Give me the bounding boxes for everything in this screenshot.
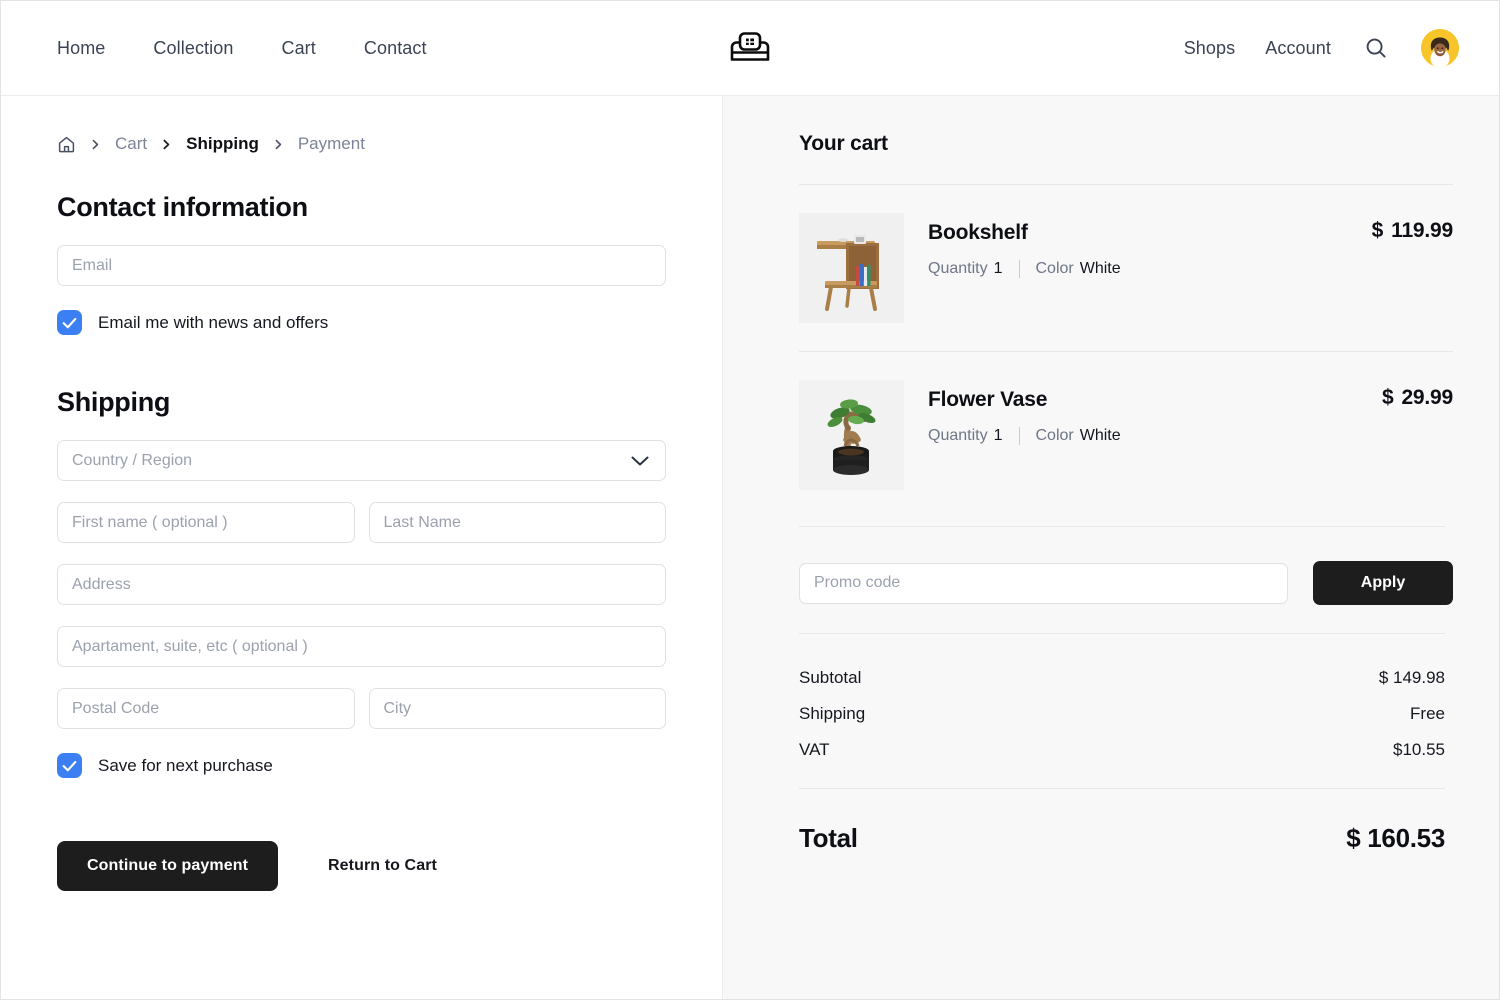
quantity-label: Quantity <box>928 260 988 277</box>
apartment-input[interactable] <box>57 626 666 667</box>
top-navbar: Home Collection Cart Contact Shops Accou… <box>1 1 1499 96</box>
checkbox-checked-icon[interactable] <box>57 753 82 778</box>
nav-link-contact[interactable]: Contact <box>364 38 427 59</box>
price-value: 119.99 <box>1391 219 1453 242</box>
checkout-form-pane: Cart Shipping Payment Contact informatio… <box>1 96 723 999</box>
color-label: Color <box>1035 427 1074 444</box>
cart-item[interactable]: Bookshelf Quantity 1 Color White $119.99 <box>799 185 1453 351</box>
flower-vase-thumbnail <box>799 380 904 490</box>
nav-link-home[interactable]: Home <box>57 38 105 59</box>
city-input[interactable] <box>368 688 666 729</box>
summary-row-vat: VAT $10.55 <box>799 740 1453 760</box>
color-value: White <box>1079 427 1121 444</box>
nav-link-shops[interactable]: Shops <box>1184 38 1236 59</box>
save-purchase-label: Save for next purchase <box>98 755 273 775</box>
order-total-row: Total $ 160.53 <box>799 823 1453 854</box>
chevron-right-icon <box>89 138 102 151</box>
name-fields-row <box>57 502 666 543</box>
meta-divider <box>1018 427 1020 445</box>
cart-item-price: $29.99 <box>1382 380 1453 410</box>
cart-item-name: Bookshelf <box>928 221 1028 244</box>
divider <box>799 526 1445 527</box>
cart-item-name: Flower Vase <box>928 388 1048 411</box>
last-name-input[interactable] <box>368 502 666 543</box>
return-to-cart-button[interactable]: Return to Cart <box>328 857 437 875</box>
postal-city-row <box>57 688 666 729</box>
summary-label: Subtotal <box>799 668 862 687</box>
apartment-row <box>57 626 666 667</box>
currency-symbol: $ <box>1371 219 1384 242</box>
currency-symbol: $ <box>1381 386 1394 409</box>
postal-code-input[interactable] <box>57 688 355 729</box>
page-content: Cart Shipping Payment Contact informatio… <box>1 96 1499 999</box>
divider <box>799 633 1445 634</box>
cart-item-details: Flower Vase Quantity 1 Color White <box>928 380 1358 445</box>
summary-label: VAT <box>799 740 830 759</box>
summary-value: $ 149.98 <box>1378 668 1445 687</box>
sofa-logo-icon[interactable] <box>727 25 773 71</box>
quantity-value: 1 <box>993 260 1003 277</box>
bookshelf-thumbnail <box>799 213 904 323</box>
email-input[interactable] <box>57 245 666 286</box>
cart-title: Your cart <box>799 132 888 155</box>
apply-promo-button[interactable]: Apply <box>1313 561 1453 605</box>
newsletter-label: Email me with news and offers <box>98 312 329 332</box>
total-value: $ 160.53 <box>1346 823 1445 853</box>
nav-link-cart[interactable]: Cart <box>281 38 315 59</box>
country-select-wrapper <box>57 440 666 481</box>
breadcrumb: Cart Shipping Payment <box>57 134 666 154</box>
checkout-page: Home Collection Cart Contact Shops Accou… <box>0 0 1500 1000</box>
secondary-nav: Shops Account <box>1184 29 1459 67</box>
country-region-select[interactable] <box>57 440 666 481</box>
summary-row-subtotal: Subtotal $ 149.98 <box>799 668 1453 688</box>
first-name-input[interactable] <box>57 502 355 543</box>
order-summary: Subtotal $ 149.98 Shipping Free VAT $10.… <box>799 668 1453 760</box>
breadcrumb-item-shipping[interactable]: Shipping <box>186 134 259 154</box>
breadcrumb-item-cart[interactable]: Cart <box>115 134 147 154</box>
chevron-right-icon <box>272 138 285 151</box>
checkbox-checked-icon[interactable] <box>57 310 82 335</box>
cart-summary-pane: Your cart Bookshelf Quantity 1 Color Whi… <box>723 96 1499 999</box>
nav-link-account[interactable]: Account <box>1265 38 1331 59</box>
primary-nav: Home Collection Cart Contact <box>1 38 427 59</box>
summary-value: Free <box>1410 704 1445 723</box>
price-value: 29.99 <box>1401 386 1453 409</box>
newsletter-checkbox-row[interactable]: Email me with news and offers <box>57 310 666 335</box>
chevron-right-icon <box>160 138 173 151</box>
cart-item[interactable]: Flower Vase Quantity 1 Color White $29.99 <box>799 352 1453 518</box>
cart-item-meta: Quantity 1 Color White <box>928 427 1358 445</box>
avatar[interactable] <box>1421 29 1459 67</box>
search-icon[interactable] <box>1361 33 1391 63</box>
summary-label: Shipping <box>799 704 866 723</box>
promo-code-input[interactable] <box>799 562 1288 604</box>
promo-code-row: Apply <box>799 561 1453 605</box>
quantity-label: Quantity <box>928 427 988 444</box>
continue-to-payment-button[interactable]: Continue to payment <box>57 841 279 891</box>
address-input[interactable] <box>57 564 666 605</box>
quantity-value: 1 <box>993 427 1003 444</box>
color-label: Color <box>1035 260 1074 277</box>
save-purchase-checkbox-row[interactable]: Save for next purchase <box>57 753 666 778</box>
cart-item-details: Bookshelf Quantity 1 Color White <box>928 213 1348 278</box>
summary-value: $10.55 <box>1393 740 1445 759</box>
nav-link-collection[interactable]: Collection <box>153 38 233 59</box>
contact-information-title: Contact information <box>57 192 308 222</box>
summary-row-shipping: Shipping Free <box>799 704 1453 724</box>
home-icon[interactable] <box>57 135 76 154</box>
cart-item-meta: Quantity 1 Color White <box>928 260 1348 278</box>
shipping-title: Shipping <box>57 387 171 417</box>
meta-divider <box>1018 260 1020 278</box>
total-label: Total <box>799 823 858 853</box>
form-actions: Continue to payment Return to Cart <box>57 841 666 891</box>
color-value: White <box>1079 260 1121 277</box>
divider <box>799 788 1445 789</box>
cart-item-price: $119.99 <box>1371 213 1454 243</box>
address-row <box>57 564 666 605</box>
breadcrumb-item-payment[interactable]: Payment <box>298 134 365 154</box>
